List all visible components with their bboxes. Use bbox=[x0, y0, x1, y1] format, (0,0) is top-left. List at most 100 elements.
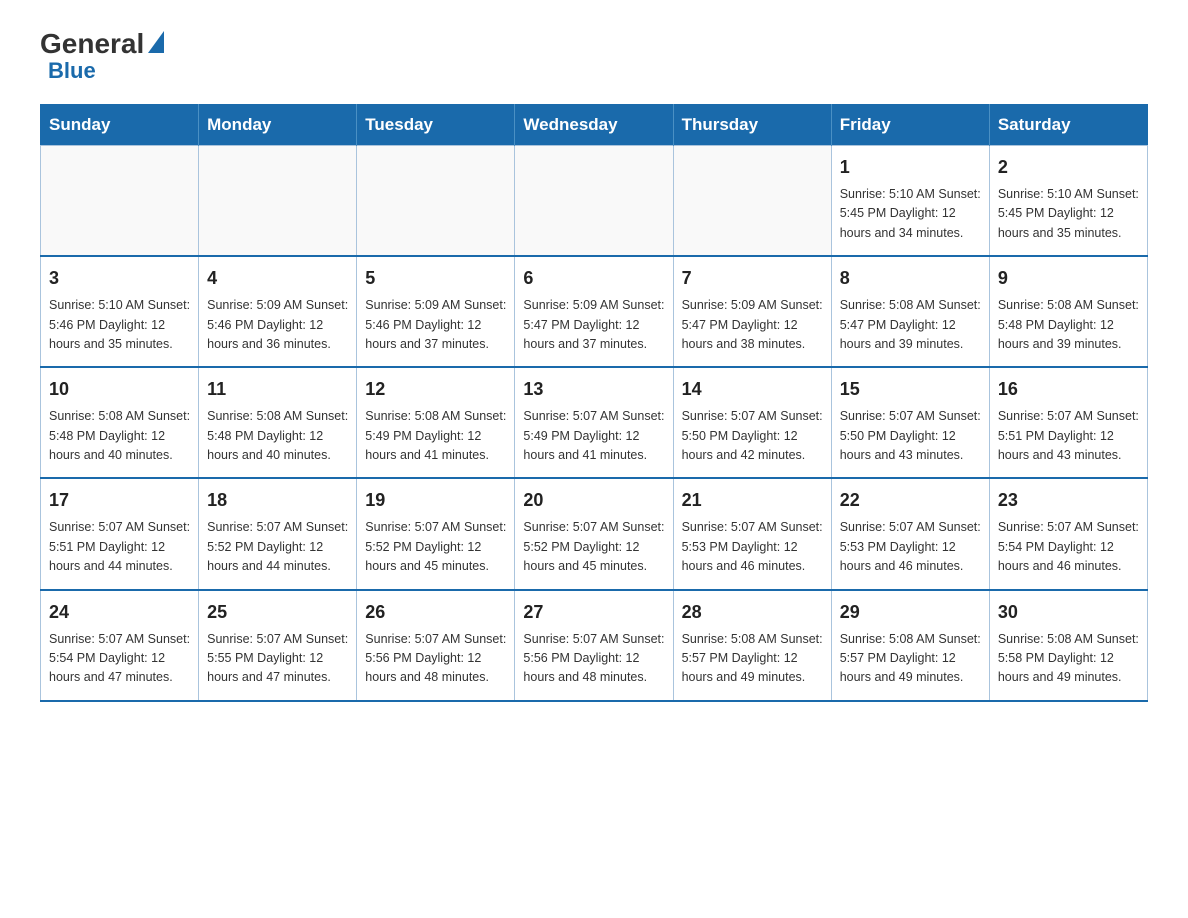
day-number: 30 bbox=[998, 599, 1139, 626]
calendar-header-row: SundayMondayTuesdayWednesdayThursdayFrid… bbox=[41, 105, 1148, 146]
day-info: Sunrise: 5:10 AM Sunset: 5:45 PM Dayligh… bbox=[998, 185, 1139, 243]
day-info: Sunrise: 5:08 AM Sunset: 5:48 PM Dayligh… bbox=[49, 407, 190, 465]
day-number: 26 bbox=[365, 599, 506, 626]
day-info: Sunrise: 5:07 AM Sunset: 5:50 PM Dayligh… bbox=[682, 407, 823, 465]
day-of-week-header: Saturday bbox=[989, 105, 1147, 146]
day-info: Sunrise: 5:07 AM Sunset: 5:51 PM Dayligh… bbox=[998, 407, 1139, 465]
day-info: Sunrise: 5:09 AM Sunset: 5:47 PM Dayligh… bbox=[682, 296, 823, 354]
calendar-cell: 22 Sunrise: 5:07 AM Sunset: 5:53 PM Dayli… bbox=[831, 478, 989, 589]
calendar-cell bbox=[673, 146, 831, 257]
calendar-cell: 4 Sunrise: 5:09 AM Sunset: 5:46 PM Daylig… bbox=[199, 256, 357, 367]
day-info: Sunrise: 5:08 AM Sunset: 5:58 PM Dayligh… bbox=[998, 630, 1139, 688]
calendar-cell: 17 Sunrise: 5:07 AM Sunset: 5:51 PM Dayli… bbox=[41, 478, 199, 589]
calendar-cell: 25 Sunrise: 5:07 AM Sunset: 5:55 PM Dayli… bbox=[199, 590, 357, 701]
calendar-cell: 26 Sunrise: 5:07 AM Sunset: 5:56 PM Dayli… bbox=[357, 590, 515, 701]
calendar-cell: 24Sunrise: 5:07 AM Sunset: 5:54 PM Dayli… bbox=[41, 590, 199, 701]
day-info: Sunrise: 5:07 AM Sunset: 5:49 PM Dayligh… bbox=[523, 407, 664, 465]
day-info: Sunrise: 5:08 AM Sunset: 5:57 PM Dayligh… bbox=[682, 630, 823, 688]
day-number: 17 bbox=[49, 487, 190, 514]
day-info: Sunrise: 5:08 AM Sunset: 5:57 PM Dayligh… bbox=[840, 630, 981, 688]
calendar-cell: 16 Sunrise: 5:07 AM Sunset: 5:51 PM Dayli… bbox=[989, 367, 1147, 478]
calendar-cell: 3 Sunrise: 5:10 AM Sunset: 5:46 PM Daylig… bbox=[41, 256, 199, 367]
calendar-cell bbox=[199, 146, 357, 257]
day-number: 20 bbox=[523, 487, 664, 514]
calendar-cell: 27Sunrise: 5:07 AM Sunset: 5:56 PM Dayli… bbox=[515, 590, 673, 701]
calendar-cell: 20Sunrise: 5:07 AM Sunset: 5:52 PM Dayli… bbox=[515, 478, 673, 589]
calendar-cell: 29 Sunrise: 5:08 AM Sunset: 5:57 PM Dayli… bbox=[831, 590, 989, 701]
calendar-cell: 10 Sunrise: 5:08 AM Sunset: 5:48 PM Dayli… bbox=[41, 367, 199, 478]
day-of-week-header: Thursday bbox=[673, 105, 831, 146]
day-info: Sunrise: 5:09 AM Sunset: 5:47 PM Dayligh… bbox=[523, 296, 664, 354]
day-info: Sunrise: 5:10 AM Sunset: 5:46 PM Dayligh… bbox=[49, 296, 190, 354]
calendar-cell: 11 Sunrise: 5:08 AM Sunset: 5:48 PM Dayli… bbox=[199, 367, 357, 478]
day-number: 4 bbox=[207, 265, 348, 292]
calendar-cell bbox=[515, 146, 673, 257]
day-number: 19 bbox=[365, 487, 506, 514]
calendar-cell: 18 Sunrise: 5:07 AM Sunset: 5:52 PM Dayli… bbox=[199, 478, 357, 589]
calendar-week-row: 24Sunrise: 5:07 AM Sunset: 5:54 PM Dayli… bbox=[41, 590, 1148, 701]
calendar-week-row: 3 Sunrise: 5:10 AM Sunset: 5:46 PM Daylig… bbox=[41, 256, 1148, 367]
page-header: General Blue bbox=[40, 30, 1148, 84]
day-number: 9 bbox=[998, 265, 1139, 292]
calendar-cell: 28 Sunrise: 5:08 AM Sunset: 5:57 PM Dayli… bbox=[673, 590, 831, 701]
day-number: 25 bbox=[207, 599, 348, 626]
day-number: 12 bbox=[365, 376, 506, 403]
day-info: Sunrise: 5:08 AM Sunset: 5:48 PM Dayligh… bbox=[207, 407, 348, 465]
day-number: 22 bbox=[840, 487, 981, 514]
day-number: 10 bbox=[49, 376, 190, 403]
calendar-cell: 23 Sunrise: 5:07 AM Sunset: 5:54 PM Dayli… bbox=[989, 478, 1147, 589]
day-number: 18 bbox=[207, 487, 348, 514]
day-info: Sunrise: 5:07 AM Sunset: 5:55 PM Dayligh… bbox=[207, 630, 348, 688]
calendar-week-row: 17 Sunrise: 5:07 AM Sunset: 5:51 PM Dayli… bbox=[41, 478, 1148, 589]
day-number: 24 bbox=[49, 599, 190, 626]
calendar-cell: 9 Sunrise: 5:08 AM Sunset: 5:48 PM Daylig… bbox=[989, 256, 1147, 367]
day-number: 15 bbox=[840, 376, 981, 403]
day-info: Sunrise: 5:09 AM Sunset: 5:46 PM Dayligh… bbox=[207, 296, 348, 354]
day-info: Sunrise: 5:07 AM Sunset: 5:56 PM Dayligh… bbox=[523, 630, 664, 688]
calendar-cell: 14 Sunrise: 5:07 AM Sunset: 5:50 PM Dayli… bbox=[673, 367, 831, 478]
calendar-cell: 21Sunrise: 5:07 AM Sunset: 5:53 PM Dayli… bbox=[673, 478, 831, 589]
day-info: Sunrise: 5:07 AM Sunset: 5:52 PM Dayligh… bbox=[365, 518, 506, 576]
calendar-week-row: 10 Sunrise: 5:08 AM Sunset: 5:48 PM Dayli… bbox=[41, 367, 1148, 478]
day-info: Sunrise: 5:07 AM Sunset: 5:54 PM Dayligh… bbox=[998, 518, 1139, 576]
day-of-week-header: Sunday bbox=[41, 105, 199, 146]
calendar-cell: 15 Sunrise: 5:07 AM Sunset: 5:50 PM Dayli… bbox=[831, 367, 989, 478]
day-info: Sunrise: 5:10 AM Sunset: 5:45 PM Dayligh… bbox=[840, 185, 981, 243]
calendar-cell bbox=[357, 146, 515, 257]
calendar-cell: 5Sunrise: 5:09 AM Sunset: 5:46 PM Daylig… bbox=[357, 256, 515, 367]
calendar-cell: 1 Sunrise: 5:10 AM Sunset: 5:45 PM Daylig… bbox=[831, 146, 989, 257]
calendar-cell bbox=[41, 146, 199, 257]
calendar-cell: 2 Sunrise: 5:10 AM Sunset: 5:45 PM Daylig… bbox=[989, 146, 1147, 257]
day-number: 14 bbox=[682, 376, 823, 403]
calendar-week-row: 1 Sunrise: 5:10 AM Sunset: 5:45 PM Daylig… bbox=[41, 146, 1148, 257]
day-info: Sunrise: 5:07 AM Sunset: 5:52 PM Dayligh… bbox=[207, 518, 348, 576]
day-info: Sunrise: 5:07 AM Sunset: 5:53 PM Dayligh… bbox=[840, 518, 981, 576]
day-of-week-header: Tuesday bbox=[357, 105, 515, 146]
day-info: Sunrise: 5:08 AM Sunset: 5:48 PM Dayligh… bbox=[998, 296, 1139, 354]
calendar-cell: 19 Sunrise: 5:07 AM Sunset: 5:52 PM Dayli… bbox=[357, 478, 515, 589]
day-number: 11 bbox=[207, 376, 348, 403]
day-number: 7 bbox=[682, 265, 823, 292]
day-of-week-header: Friday bbox=[831, 105, 989, 146]
calendar-cell: 6Sunrise: 5:09 AM Sunset: 5:47 PM Daylig… bbox=[515, 256, 673, 367]
day-number: 3 bbox=[49, 265, 190, 292]
day-info: Sunrise: 5:07 AM Sunset: 5:50 PM Dayligh… bbox=[840, 407, 981, 465]
day-info: Sunrise: 5:07 AM Sunset: 5:56 PM Dayligh… bbox=[365, 630, 506, 688]
calendar-cell: 8Sunrise: 5:08 AM Sunset: 5:47 PM Daylig… bbox=[831, 256, 989, 367]
day-number: 13 bbox=[523, 376, 664, 403]
logo-triangle-icon bbox=[148, 31, 164, 53]
logo-blue-text: Blue bbox=[48, 58, 96, 84]
day-info: Sunrise: 5:07 AM Sunset: 5:53 PM Dayligh… bbox=[682, 518, 823, 576]
day-info: Sunrise: 5:07 AM Sunset: 5:51 PM Dayligh… bbox=[49, 518, 190, 576]
day-number: 16 bbox=[998, 376, 1139, 403]
calendar-cell: 13 Sunrise: 5:07 AM Sunset: 5:49 PM Dayli… bbox=[515, 367, 673, 478]
day-number: 1 bbox=[840, 154, 981, 181]
day-number: 23 bbox=[998, 487, 1139, 514]
calendar-cell: 7 Sunrise: 5:09 AM Sunset: 5:47 PM Daylig… bbox=[673, 256, 831, 367]
day-number: 29 bbox=[840, 599, 981, 626]
logo-general-text: General bbox=[40, 30, 144, 58]
calendar-table: SundayMondayTuesdayWednesdayThursdayFrid… bbox=[40, 104, 1148, 702]
day-number: 2 bbox=[998, 154, 1139, 181]
day-number: 8 bbox=[840, 265, 981, 292]
day-number: 28 bbox=[682, 599, 823, 626]
